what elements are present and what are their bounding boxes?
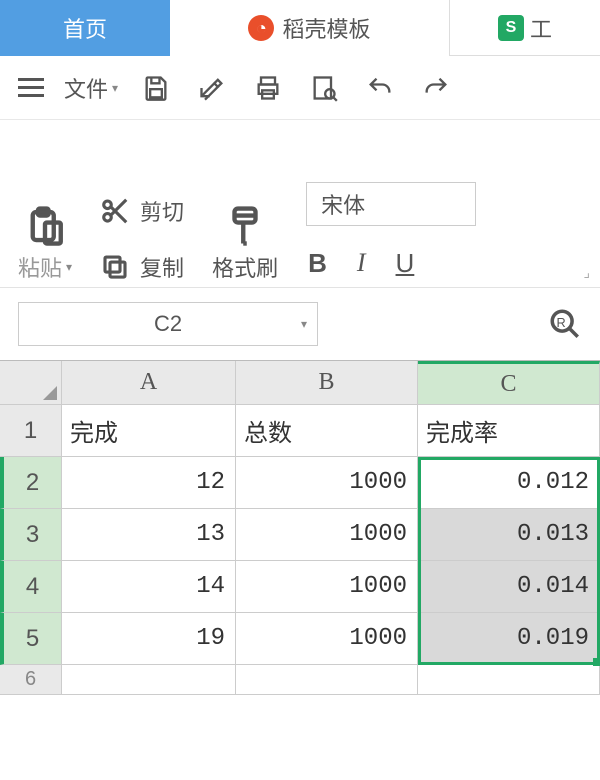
cell-B5[interactable]: 1000 [236, 613, 418, 665]
row-3: 3 13 1000 0.013 [0, 509, 600, 561]
menubar: 文件 ▾ [0, 56, 600, 120]
svg-text:R: R [557, 315, 566, 330]
chevron-down-icon: ▾ [112, 81, 118, 95]
column-header-A[interactable]: A [62, 361, 236, 405]
row-4: 4 14 1000 0.014 [0, 561, 600, 613]
cell-A5[interactable]: 19 [62, 613, 236, 665]
paste-label: 粘贴 [18, 251, 62, 283]
cell-C1[interactable]: 完成率 [418, 405, 600, 457]
fill-handle[interactable] [593, 658, 600, 666]
font-group: 宋体 B I U [306, 182, 476, 283]
italic-button[interactable]: I [357, 248, 366, 279]
row-2: 2 12 1000 0.012 [0, 457, 600, 509]
cell-A1[interactable]: 完成 [62, 405, 236, 457]
row-header-4[interactable]: 4 [0, 561, 62, 613]
cell-C2[interactable]: 0.012 [418, 457, 600, 509]
spreadsheet-icon: S [498, 15, 524, 41]
tab-spreadsheet[interactable]: S 工 [450, 0, 600, 56]
column-header-B[interactable]: B [236, 361, 418, 405]
cell-C6[interactable] [418, 665, 600, 695]
name-box-value: C2 [154, 311, 182, 337]
row-header-2[interactable]: 2 [0, 457, 62, 509]
cell-B6[interactable] [236, 665, 418, 695]
cell-C5[interactable]: 0.019 [418, 613, 600, 665]
paste-button[interactable]: 粘贴 ▾ [18, 203, 72, 283]
select-all-corner[interactable] [0, 361, 62, 405]
cell-B2[interactable]: 1000 [236, 457, 418, 509]
clipboard-group: 剪切 复制 [100, 195, 184, 283]
cell-B3[interactable]: 1000 [236, 509, 418, 561]
file-menu[interactable]: 文件 ▾ [64, 72, 118, 104]
ribbon-expand-icon[interactable]: ⌟ [583, 264, 590, 281]
underline-button[interactable]: U [396, 248, 415, 279]
column-header-C[interactable]: C [418, 361, 600, 405]
row-header-1[interactable]: 1 [0, 405, 62, 457]
format-painter-label: 格式刷 [212, 251, 278, 283]
find-button[interactable]: R [548, 307, 582, 341]
tab-docer-label: 稻壳模板 [282, 12, 370, 44]
scissors-icon [100, 196, 130, 226]
cell-A2[interactable]: 12 [62, 457, 236, 509]
print-button[interactable] [250, 70, 286, 106]
hamburger-icon[interactable] [18, 78, 44, 97]
row-1: 1 完成 总数 完成率 [0, 405, 600, 457]
bold-button[interactable]: B [308, 248, 327, 279]
cell-C4[interactable]: 0.014 [418, 561, 600, 613]
tab-home[interactable]: 首页 [0, 0, 170, 56]
ribbon: 粘贴 ▾ 剪切 复制 格式刷 宋体 B I U ⌟ [0, 120, 600, 288]
row-header-5[interactable]: 5 [0, 613, 62, 665]
cut-button[interactable]: 剪切 [100, 195, 184, 227]
paste-icon [22, 203, 68, 249]
column-header-row: A B C [0, 361, 600, 405]
save-as-button[interactable] [194, 70, 230, 106]
format-painter-icon [222, 203, 268, 249]
cell-A4[interactable]: 14 [62, 561, 236, 613]
print-preview-button[interactable] [306, 70, 342, 106]
row-5: 5 19 1000 0.019 [0, 613, 600, 665]
spreadsheet-grid[interactable]: A B C 1 完成 总数 完成率 2 12 1000 0.012 3 13 1… [0, 360, 600, 695]
file-menu-label: 文件 [64, 72, 108, 104]
chevron-down-icon: ▾ [66, 260, 72, 274]
name-box[interactable]: C2 ▾ [18, 302, 318, 346]
redo-button[interactable] [418, 70, 454, 106]
row-6: 6 [0, 665, 600, 695]
cut-label: 剪切 [140, 195, 184, 227]
save-button[interactable] [138, 70, 174, 106]
font-name-input[interactable]: 宋体 [306, 182, 476, 226]
copy-icon [100, 252, 130, 282]
cell-A6[interactable] [62, 665, 236, 695]
cell-C3[interactable]: 0.013 [418, 509, 600, 561]
undo-button[interactable] [362, 70, 398, 106]
cell-B4[interactable]: 1000 [236, 561, 418, 613]
title-tabs: 首页 ◔ 稻壳模板 S 工 [0, 0, 600, 56]
row-header-6[interactable]: 6 [0, 665, 62, 695]
cell-B1[interactable]: 总数 [236, 405, 418, 457]
chevron-down-icon[interactable]: ▾ [301, 317, 307, 331]
copy-button[interactable]: 复制 [100, 251, 184, 283]
row-header-3[interactable]: 3 [0, 509, 62, 561]
tab-spreadsheet-label: 工 [530, 12, 552, 44]
name-bar: C2 ▾ R [0, 288, 600, 360]
copy-label: 复制 [140, 251, 184, 283]
tab-docer[interactable]: ◔ 稻壳模板 [170, 0, 450, 56]
docer-icon: ◔ [248, 15, 274, 41]
format-painter-button[interactable]: 格式刷 [212, 203, 278, 283]
cell-A3[interactable]: 13 [62, 509, 236, 561]
